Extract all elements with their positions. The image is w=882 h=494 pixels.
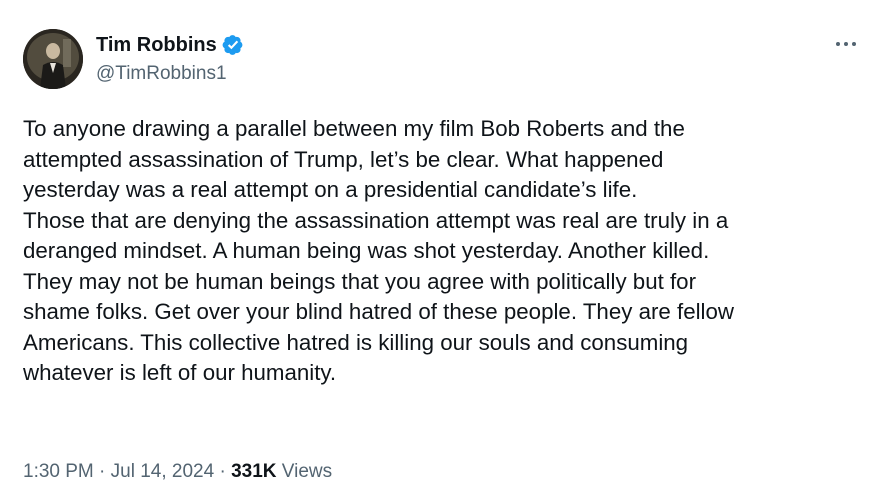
- display-name[interactable]: Tim Robbins: [96, 30, 217, 60]
- tweet-text-line: To anyone drawing a parallel between my …: [23, 116, 685, 141]
- avatar[interactable]: [23, 29, 83, 89]
- tweet-text-line: deranged mindset. A human being was shot…: [23, 238, 710, 263]
- verified-badge-icon: [222, 34, 244, 56]
- tweet-date[interactable]: Jul 14, 2024: [111, 461, 215, 482]
- more-options-icon[interactable]: [832, 30, 860, 58]
- views-count[interactable]: 331K: [231, 461, 276, 482]
- author-handle[interactable]: @TimRobbins1: [96, 61, 227, 87]
- tweet-text-line: attempted assassination of Trump, let’s …: [23, 146, 664, 172]
- tweet-text-line: whatever is left of our humanity.: [23, 360, 337, 385]
- author-name-row: Tim Robbins: [96, 30, 244, 60]
- avatar-photo: [23, 29, 83, 89]
- tweet-card: Tim Robbins @TimRobbins1 To anyone drawi…: [0, 0, 882, 494]
- tweet-time[interactable]: 1:30 PM: [23, 461, 94, 482]
- tweet-text-line: Those that are denying the assassination…: [23, 207, 729, 233]
- meta-separator: ·: [93, 461, 111, 482]
- views-label: Views: [276, 461, 333, 482]
- meta-separator: ·: [214, 461, 232, 482]
- tweet-text-line: Americans. This collective hatred is kil…: [23, 329, 689, 355]
- tweet-text-line: They may not be human beings that you ag…: [23, 268, 697, 294]
- tweet-metadata: 1:30 PM · Jul 14, 2024 · 331K Views: [23, 459, 332, 485]
- tweet-text: To anyone drawing a parallel between my …: [23, 114, 868, 389]
- tweet-text-line: yesterday was a real attempt on a presid…: [23, 177, 638, 202]
- tweet-text-line: shame folks. Get over your blind hatred …: [23, 299, 735, 324]
